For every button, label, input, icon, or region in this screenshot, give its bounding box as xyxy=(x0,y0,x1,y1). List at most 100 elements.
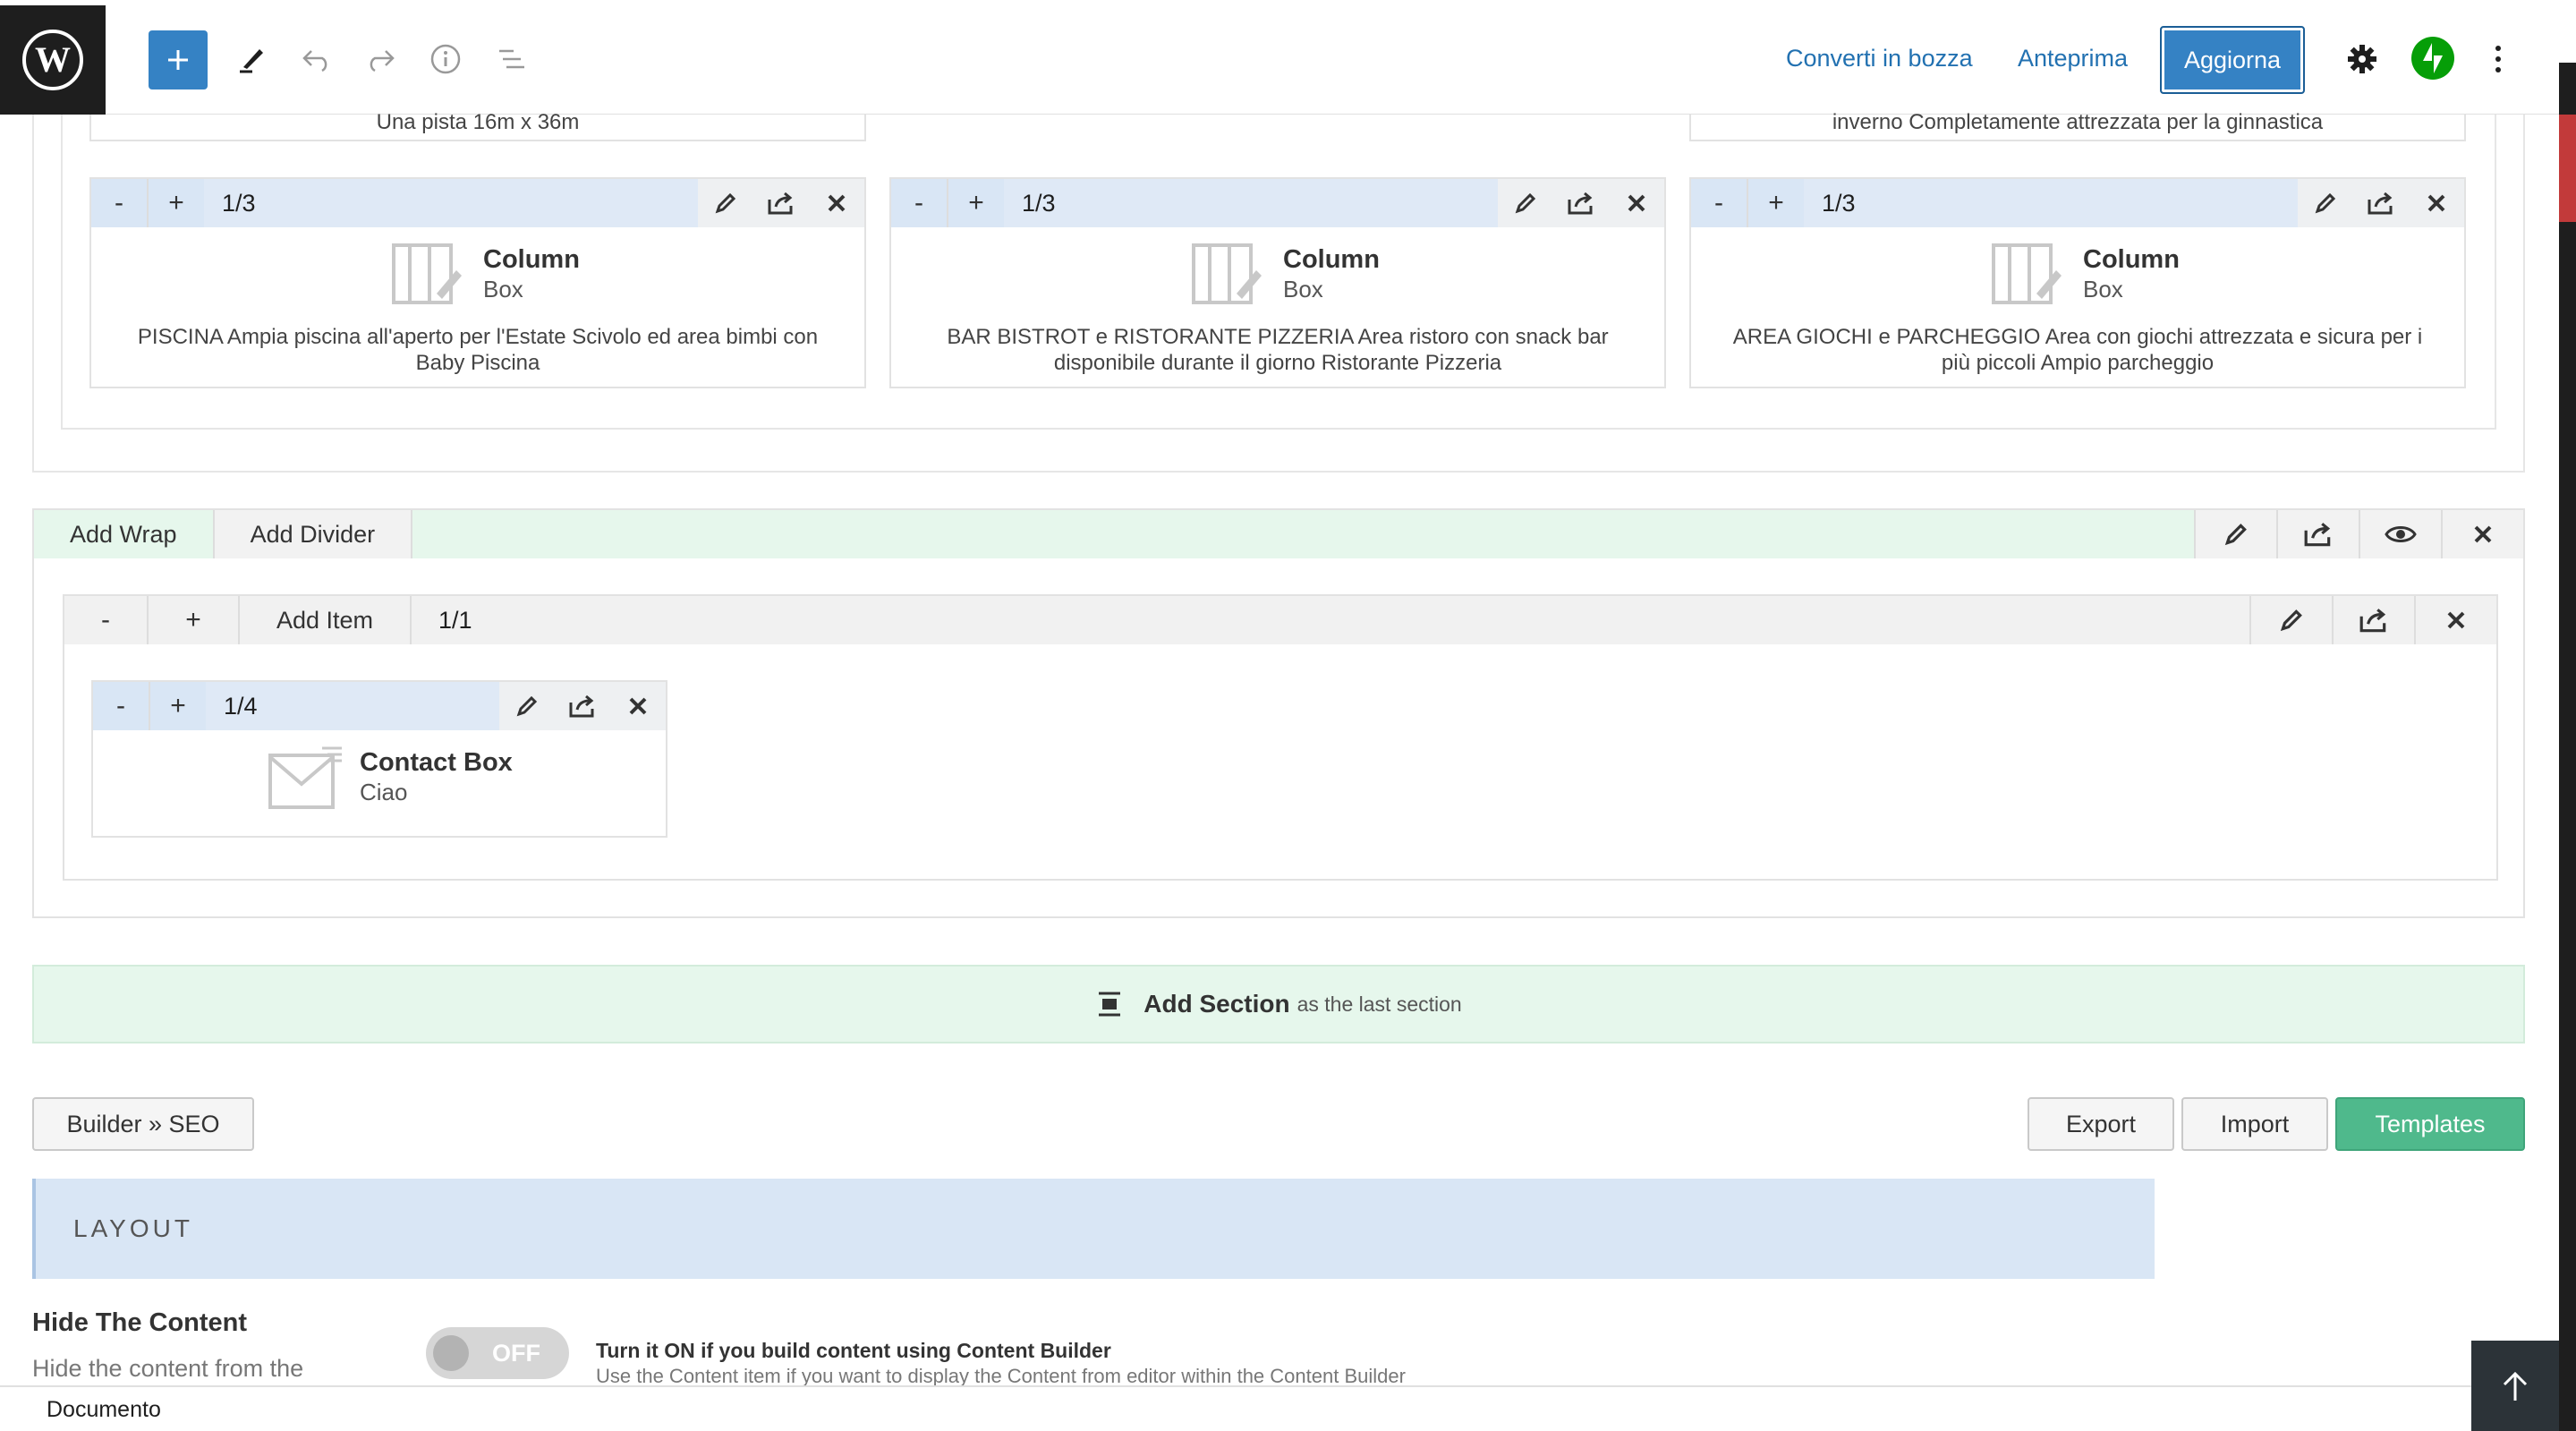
column-title: Column xyxy=(1283,245,1380,274)
column-title: Column xyxy=(483,245,580,274)
add-section-suffix: as the last section xyxy=(1297,992,1462,1016)
export-item-button[interactable] xyxy=(555,682,610,730)
hide-section-button[interactable] xyxy=(2359,510,2441,558)
list-view-button[interactable] xyxy=(492,39,531,79)
wrap-toolbar: - + Add Item 1/1 xyxy=(64,596,2496,644)
column-layout-icon xyxy=(1992,243,2063,312)
increase-wrap-button[interactable]: + xyxy=(147,596,238,644)
edit-button[interactable] xyxy=(1498,179,1553,227)
import-button[interactable]: Import xyxy=(2181,1097,2328,1151)
builder-seo-button[interactable]: Builder » SEO xyxy=(32,1097,254,1151)
more-vertical-icon xyxy=(2495,46,2501,72)
info-icon xyxy=(430,44,461,74)
more-options-button[interactable] xyxy=(2482,39,2514,79)
edit-wrap-button[interactable] xyxy=(2249,596,2332,644)
pencil-icon xyxy=(240,49,263,73)
column-item[interactable]: - + 1/3 Column Box BAR BISTROT e RISTORA… xyxy=(889,177,1666,388)
redo-button[interactable] xyxy=(362,39,398,79)
builder-section: Add Wrap Add Divider - + Add Item 1/1 - … xyxy=(32,508,2525,918)
increase-size-button[interactable]: + xyxy=(147,179,204,227)
column-toolbar: - + 1/3 xyxy=(1691,179,2464,227)
export-section-button[interactable] xyxy=(2276,510,2359,558)
settings-button[interactable] xyxy=(2342,39,2382,79)
previous-column-bottom: Una pista 16m x 36m xyxy=(89,110,866,141)
export-button[interactable] xyxy=(2353,179,2409,227)
add-item-button[interactable]: Add Item xyxy=(238,596,412,644)
builder-wrap: - + Add Item 1/1 - + 1/4 Contact Box Cia… xyxy=(63,594,2498,881)
details-button[interactable] xyxy=(426,39,465,79)
decrease-size-button[interactable]: - xyxy=(1691,179,1747,227)
scroll-to-top-button[interactable] xyxy=(2471,1341,2559,1431)
decrease-item-button[interactable]: - xyxy=(93,682,149,730)
edit-item-button[interactable] xyxy=(499,682,555,730)
edit-button[interactable] xyxy=(2298,179,2353,227)
list-view-icon xyxy=(499,49,524,69)
pencil-icon xyxy=(2280,609,2302,632)
edit-section-button[interactable] xyxy=(2194,510,2276,558)
previous-column-text: inverno Completamente attrezzata per la … xyxy=(1832,110,2324,134)
item-size-label: 1/4 xyxy=(206,682,499,730)
option-description: Hide the content from the xyxy=(32,1355,304,1382)
column-size-label: 1/3 xyxy=(1804,179,2298,227)
pencil-icon xyxy=(516,695,538,717)
tools-button[interactable] xyxy=(234,36,270,81)
editor-status-bar: Documento xyxy=(0,1385,2559,1431)
increase-size-button[interactable]: + xyxy=(1747,179,1804,227)
delete-section-button[interactable] xyxy=(2441,510,2523,558)
edit-button[interactable] xyxy=(698,179,753,227)
share-icon xyxy=(768,192,793,215)
column-layout-icon xyxy=(1192,243,1263,312)
jetpack-button[interactable] xyxy=(2410,36,2455,81)
add-section-icon xyxy=(1099,992,1121,1017)
wordpress-logo-icon[interactable]: W xyxy=(0,5,106,115)
delete-button[interactable] xyxy=(809,179,864,227)
add-section-bar[interactable]: Add Section as the last section xyxy=(32,965,2525,1043)
close-icon xyxy=(2474,525,2492,543)
envelope-icon xyxy=(268,746,344,815)
column-item[interactable]: - + 1/3 Column Box PISCINA Ampia piscina… xyxy=(89,177,866,388)
column-size-label: 1/3 xyxy=(204,179,698,227)
increase-item-button[interactable]: + xyxy=(149,682,206,730)
column-item[interactable]: - + 1/3 Column Box AREA GIOCHI e PARCHEG… xyxy=(1689,177,2466,388)
increase-size-button[interactable]: + xyxy=(947,179,1004,227)
undo-button[interactable] xyxy=(299,39,335,79)
layout-heading-band: LAYOUT xyxy=(32,1179,2155,1279)
wrap-size-label: 1/1 xyxy=(438,606,472,634)
column-text: AREA GIOCHI e PARCHEGGIO Area con giochi… xyxy=(1732,325,2423,375)
column-subtitle: Box xyxy=(1283,276,1323,302)
decrease-size-button[interactable]: - xyxy=(91,179,147,227)
column-toolbar: - + 1/3 xyxy=(891,179,1664,227)
hide-content-toggle[interactable]: OFF xyxy=(426,1327,569,1379)
item-subtitle: Ciao xyxy=(360,779,408,805)
delete-button[interactable] xyxy=(1609,179,1664,227)
delete-item-button[interactable] xyxy=(610,682,666,730)
export-button[interactable] xyxy=(1553,179,1609,227)
update-button[interactable]: Aggiorna xyxy=(2160,26,2305,94)
pencil-icon xyxy=(1515,192,1536,214)
decrease-wrap-button[interactable]: - xyxy=(64,596,147,644)
eye-icon xyxy=(2385,526,2417,542)
close-icon xyxy=(2447,611,2465,629)
item-title: Contact Box xyxy=(360,748,513,777)
column-body: Column Box PISCINA Ampia piscina all'ape… xyxy=(91,227,864,387)
add-divider-button[interactable]: Add Divider xyxy=(212,510,413,558)
convert-to-draft-button[interactable]: Converti in bozza xyxy=(1786,45,1973,72)
close-icon xyxy=(1628,194,1645,212)
export-wrap-button[interactable] xyxy=(2332,596,2414,644)
export-button[interactable]: Export xyxy=(2028,1097,2174,1151)
contact-box-item[interactable]: - + 1/4 Contact Box Ciao xyxy=(91,680,667,838)
delete-wrap-button[interactable] xyxy=(2414,596,2496,644)
option-title: Hide The Content xyxy=(32,1308,248,1337)
breadcrumb-document[interactable]: Documento xyxy=(47,1397,161,1423)
previous-column-bottom: inverno Completamente attrezzata per la … xyxy=(1689,110,2466,141)
pencil-icon xyxy=(2224,524,2247,546)
decrease-size-button[interactable]: - xyxy=(891,179,947,227)
export-button[interactable] xyxy=(753,179,809,227)
delete-button[interactable] xyxy=(2409,179,2464,227)
preview-button[interactable]: Anteprima xyxy=(2018,45,2128,72)
templates-button[interactable]: Templates xyxy=(2335,1097,2525,1151)
add-block-button[interactable] xyxy=(149,30,208,89)
add-wrap-button[interactable]: Add Wrap xyxy=(34,510,213,558)
column-body: Column Box BAR BISTROT e RISTORANTE PIZZ… xyxy=(891,227,1664,387)
redo-icon xyxy=(370,50,395,72)
